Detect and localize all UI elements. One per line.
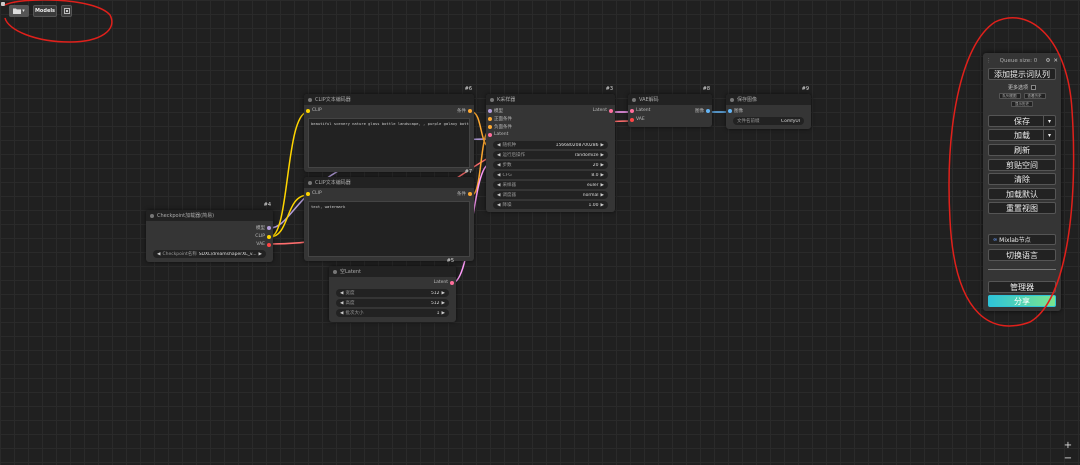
annotation-circle-toolbar — [4, 0, 113, 43]
red-annotation-marks — [4, 0, 1075, 327]
annotation-circle-menu — [948, 17, 1075, 327]
